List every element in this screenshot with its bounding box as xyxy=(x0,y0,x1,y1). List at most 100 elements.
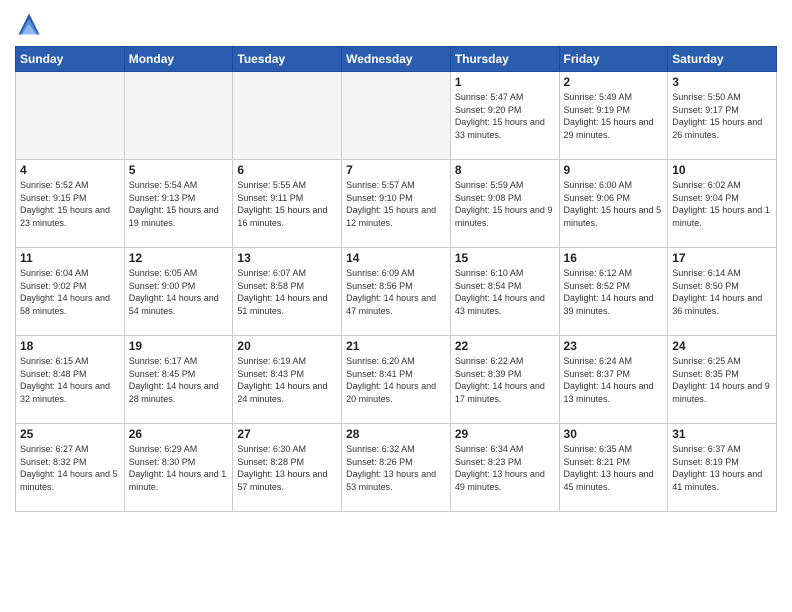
day-cell: 18 Sunrise: 6:15 AMSunset: 8:48 PMDayligh… xyxy=(16,336,125,424)
day-number: 31 xyxy=(672,427,772,441)
day-number: 25 xyxy=(20,427,120,441)
weekday-header-monday: Monday xyxy=(124,47,233,72)
day-cell: 2 Sunrise: 5:49 AMSunset: 9:19 PMDaylight… xyxy=(559,72,668,160)
day-number: 14 xyxy=(346,251,446,265)
day-number: 16 xyxy=(564,251,664,265)
header xyxy=(15,10,777,38)
day-info: Sunrise: 5:55 AMSunset: 9:11 PMDaylight:… xyxy=(237,179,337,229)
day-cell: 19 Sunrise: 6:17 AMSunset: 8:45 PMDayligh… xyxy=(124,336,233,424)
day-info: Sunrise: 6:00 AMSunset: 9:06 PMDaylight:… xyxy=(564,179,664,229)
day-cell: 7Sunrise: 5:57 AMSunset: 9:10 PMDaylight… xyxy=(342,160,451,248)
day-cell: 6Sunrise: 5:55 AMSunset: 9:11 PMDaylight… xyxy=(233,160,342,248)
day-info: Sunrise: 6:34 AMSunset: 8:23 PMDaylight:… xyxy=(455,443,555,493)
day-cell: 29 Sunrise: 6:34 AMSunset: 8:23 PMDayligh… xyxy=(450,424,559,512)
calendar-table: SundayMondayTuesdayWednesdayThursdayFrid… xyxy=(15,46,777,512)
day-cell: 1 Sunrise: 5:47 AMSunset: 9:20 PMDaylight… xyxy=(450,72,559,160)
day-cell: 12 Sunrise: 6:05 AMSunset: 9:00 PMDayligh… xyxy=(124,248,233,336)
day-number: 24 xyxy=(672,339,772,353)
day-number: 4 xyxy=(20,163,120,177)
day-cell xyxy=(16,72,125,160)
day-cell xyxy=(342,72,451,160)
day-cell xyxy=(124,72,233,160)
day-number: 5 xyxy=(129,163,229,177)
day-cell: 15 Sunrise: 6:10 AMSunset: 8:54 PMDayligh… xyxy=(450,248,559,336)
day-number: 11 xyxy=(20,251,120,265)
day-number: 27 xyxy=(237,427,337,441)
day-info: Sunrise: 6:29 AMSunset: 8:30 PMDaylight:… xyxy=(129,443,229,493)
week-row-1: 4 Sunrise: 5:52 AMSunset: 9:15 PMDaylight… xyxy=(16,160,777,248)
weekday-header-sunday: Sunday xyxy=(16,47,125,72)
day-cell: 5 Sunrise: 5:54 AMSunset: 9:13 PMDaylight… xyxy=(124,160,233,248)
day-number: 3 xyxy=(672,75,772,89)
day-number: 15 xyxy=(455,251,555,265)
day-number: 26 xyxy=(129,427,229,441)
weekday-header-friday: Friday xyxy=(559,47,668,72)
day-info: Sunrise: 5:59 AMSunset: 9:08 PMDaylight:… xyxy=(455,179,555,229)
day-info: Sunrise: 6:30 AMSunset: 8:28 PMDaylight:… xyxy=(237,443,337,493)
weekday-header-thursday: Thursday xyxy=(450,47,559,72)
day-info: Sunrise: 6:25 AMSunset: 8:35 PMDaylight:… xyxy=(672,355,772,405)
day-info: Sunrise: 5:47 AMSunset: 9:20 PMDaylight:… xyxy=(455,91,555,141)
day-info: Sunrise: 6:07 AMSunset: 8:58 PMDaylight:… xyxy=(237,267,337,317)
day-cell: 10 Sunrise: 6:02 AMSunset: 9:04 PMDayligh… xyxy=(668,160,777,248)
day-number: 2 xyxy=(564,75,664,89)
day-info: Sunrise: 6:12 AMSunset: 8:52 PMDaylight:… xyxy=(564,267,664,317)
day-cell: 3 Sunrise: 5:50 AMSunset: 9:17 PMDaylight… xyxy=(668,72,777,160)
day-cell: 14 Sunrise: 6:09 AMSunset: 8:56 PMDayligh… xyxy=(342,248,451,336)
day-info: Sunrise: 6:19 AMSunset: 8:43 PMDaylight:… xyxy=(237,355,337,405)
day-number: 18 xyxy=(20,339,120,353)
day-info: Sunrise: 5:49 AMSunset: 9:19 PMDaylight:… xyxy=(564,91,664,141)
day-number: 21 xyxy=(346,339,446,353)
day-cell: 27 Sunrise: 6:30 AMSunset: 8:28 PMDayligh… xyxy=(233,424,342,512)
day-number: 29 xyxy=(455,427,555,441)
day-info: Sunrise: 5:54 AMSunset: 9:13 PMDaylight:… xyxy=(129,179,229,229)
day-cell: 4 Sunrise: 5:52 AMSunset: 9:15 PMDaylight… xyxy=(16,160,125,248)
day-info: Sunrise: 6:17 AMSunset: 8:45 PMDaylight:… xyxy=(129,355,229,405)
day-number: 1 xyxy=(455,75,555,89)
day-info: Sunrise: 6:15 AMSunset: 8:48 PMDaylight:… xyxy=(20,355,120,405)
day-number: 12 xyxy=(129,251,229,265)
day-info: Sunrise: 6:22 AMSunset: 8:39 PMDaylight:… xyxy=(455,355,555,405)
day-info: Sunrise: 6:20 AMSunset: 8:41 PMDaylight:… xyxy=(346,355,446,405)
weekday-header-row: SundayMondayTuesdayWednesdayThursdayFrid… xyxy=(16,47,777,72)
day-number: 22 xyxy=(455,339,555,353)
day-info: Sunrise: 6:09 AMSunset: 8:56 PMDaylight:… xyxy=(346,267,446,317)
day-cell: 31 Sunrise: 6:37 AMSunset: 8:19 PMDayligh… xyxy=(668,424,777,512)
day-info: Sunrise: 6:14 AMSunset: 8:50 PMDaylight:… xyxy=(672,267,772,317)
day-info: Sunrise: 6:10 AMSunset: 8:54 PMDaylight:… xyxy=(455,267,555,317)
day-number: 30 xyxy=(564,427,664,441)
day-info: Sunrise: 6:04 AMSunset: 9:02 PMDaylight:… xyxy=(20,267,120,317)
day-number: 7 xyxy=(346,163,446,177)
week-row-0: 1 Sunrise: 5:47 AMSunset: 9:20 PMDaylight… xyxy=(16,72,777,160)
weekday-header-saturday: Saturday xyxy=(668,47,777,72)
week-row-4: 25 Sunrise: 6:27 AMSunset: 8:32 PMDayligh… xyxy=(16,424,777,512)
day-cell: 26 Sunrise: 6:29 AMSunset: 8:30 PMDayligh… xyxy=(124,424,233,512)
day-cell: 25 Sunrise: 6:27 AMSunset: 8:32 PMDayligh… xyxy=(16,424,125,512)
day-cell: 28Sunrise: 6:32 AMSunset: 8:26 PMDayligh… xyxy=(342,424,451,512)
weekday-header-tuesday: Tuesday xyxy=(233,47,342,72)
day-cell: 17Sunrise: 6:14 AMSunset: 8:50 PMDayligh… xyxy=(668,248,777,336)
day-info: Sunrise: 6:27 AMSunset: 8:32 PMDaylight:… xyxy=(20,443,120,493)
day-cell: 20 Sunrise: 6:19 AMSunset: 8:43 PMDayligh… xyxy=(233,336,342,424)
day-info: Sunrise: 5:52 AMSunset: 9:15 PMDaylight:… xyxy=(20,179,120,229)
day-number: 20 xyxy=(237,339,337,353)
weekday-header-wednesday: Wednesday xyxy=(342,47,451,72)
day-number: 19 xyxy=(129,339,229,353)
day-info: Sunrise: 6:24 AMSunset: 8:37 PMDaylight:… xyxy=(564,355,664,405)
day-cell: 23 Sunrise: 6:24 AMSunset: 8:37 PMDayligh… xyxy=(559,336,668,424)
day-cell xyxy=(233,72,342,160)
day-number: 13 xyxy=(237,251,337,265)
day-number: 10 xyxy=(672,163,772,177)
day-cell: 13 Sunrise: 6:07 AMSunset: 8:58 PMDayligh… xyxy=(233,248,342,336)
day-info: Sunrise: 6:02 AMSunset: 9:04 PMDaylight:… xyxy=(672,179,772,229)
calendar-page: SundayMondayTuesdayWednesdayThursdayFrid… xyxy=(0,0,792,612)
day-cell: 22 Sunrise: 6:22 AMSunset: 8:39 PMDayligh… xyxy=(450,336,559,424)
day-number: 28 xyxy=(346,427,446,441)
day-info: Sunrise: 6:37 AMSunset: 8:19 PMDaylight:… xyxy=(672,443,772,493)
day-number: 9 xyxy=(564,163,664,177)
day-cell: 24 Sunrise: 6:25 AMSunset: 8:35 PMDayligh… xyxy=(668,336,777,424)
logo-icon xyxy=(15,10,43,38)
day-info: Sunrise: 5:50 AMSunset: 9:17 PMDaylight:… xyxy=(672,91,772,141)
day-info: Sunrise: 6:05 AMSunset: 9:00 PMDaylight:… xyxy=(129,267,229,317)
day-number: 23 xyxy=(564,339,664,353)
